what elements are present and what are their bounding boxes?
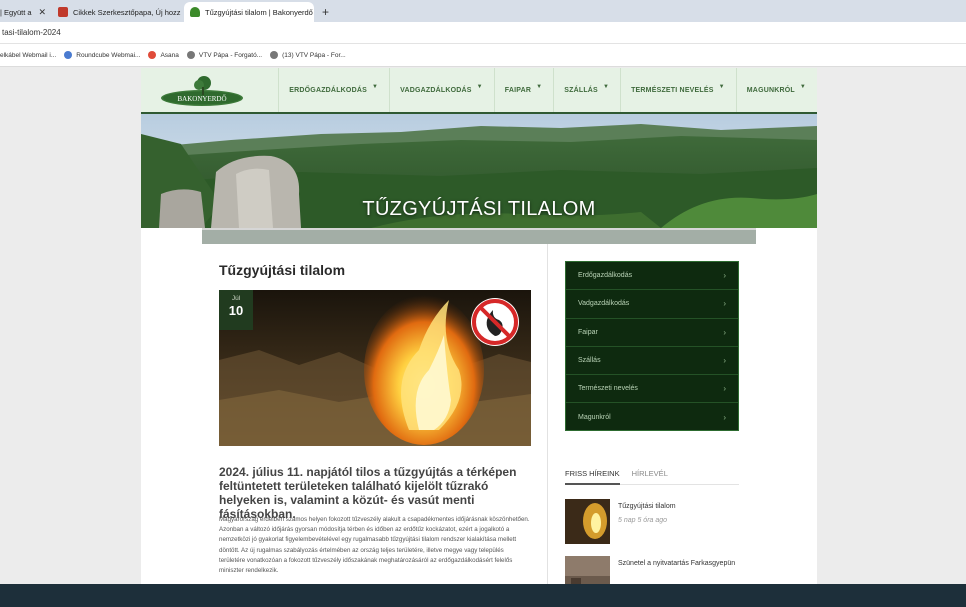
bookmark-label: VTV Pápa - Forgató... xyxy=(198,51,263,59)
article-image: Júl 10 xyxy=(219,290,531,446)
chevron-right-icon: › xyxy=(723,384,726,394)
browser-tab-strip: | Együtt a ✕ Cikkek Szerkesztőpapa, Új h… xyxy=(0,0,966,22)
sidebar-item-label: Vadgazdálkodás xyxy=(578,300,630,308)
web-page: BAKONYERDŐ ERDŐGAZDÁLKODÁS ▼ VADGAZDÁLKOD… xyxy=(141,68,817,601)
favicon-icon xyxy=(190,7,200,17)
tab-label: Cikkek Szerkesztőpapa, Új hozz xyxy=(73,7,181,17)
nav-item-erdogazdalkodas[interactable]: ERDŐGAZDÁLKODÁS ▼ xyxy=(278,68,389,112)
sidebar-item-magunkrol[interactable]: Magunkról › xyxy=(566,403,738,431)
bookmark-label: Asana xyxy=(160,51,179,59)
address-text: tasi-tilalom-2024 xyxy=(2,28,61,37)
chevron-right-icon: › xyxy=(723,413,726,423)
news-title[interactable]: Tűzgyújtási tilalom xyxy=(618,501,738,512)
caret-down-icon: ▼ xyxy=(536,84,543,90)
browser-tab[interactable]: | Együtt a ✕ xyxy=(0,2,52,22)
news-tabs: FRISS HÍREINK HÍRLEVÉL xyxy=(565,469,739,485)
nav-label: VADGAZDÁLKODÁS xyxy=(400,86,472,94)
site-navigation: BAKONYERDŐ ERDŐGAZDÁLKODÁS ▼ VADGAZDÁLKOD… xyxy=(141,68,817,114)
new-tab-button[interactable]: + xyxy=(314,2,337,22)
bookmark[interactable]: (13) VTV Pápa - For... xyxy=(270,51,346,59)
close-icon[interactable]: ✕ xyxy=(38,7,46,18)
nav-item-szallas[interactable]: SZÁLLÁS ▼ xyxy=(553,68,620,112)
browser-tab-active[interactable]: Tűzgyújtási tilalom | Bakonyerdő ✕ xyxy=(184,2,314,22)
nav-label: FAIPAR xyxy=(504,86,532,94)
nav-item-vadgazdalkodas[interactable]: VADGAZDÁLKODÁS ▼ xyxy=(389,68,494,112)
bookmark-label: elkábel Webmail i... xyxy=(0,51,57,59)
bookmark-label: Roundcube Webmai... xyxy=(76,51,141,59)
caret-down-icon: ▼ xyxy=(602,84,610,90)
news-title[interactable]: Szünetel a nyitvatartás Farkasgyepün xyxy=(618,558,738,569)
sidebar-item-label: Természeti nevelés xyxy=(578,385,638,393)
nav-item-magunkrol[interactable]: MAGUNKRÓL ▼ xyxy=(735,68,817,112)
chevron-right-icon: › xyxy=(723,271,726,281)
logo-text: BAKONYERDŐ xyxy=(178,95,227,103)
tab-label: | Együtt a xyxy=(0,7,32,17)
sidebar-item-label: Magunkról xyxy=(578,414,611,422)
article-lead: 2024. július 11. napjától tilos a tűzgyú… xyxy=(219,465,517,521)
sidebar-menu: Erdőgazdálkodás › Vadgazdálkodás › Faipar ›… xyxy=(565,261,739,431)
bookmark[interactable]: Asana xyxy=(148,51,179,59)
article-title: Tűzgyújtási tilalom xyxy=(219,262,346,278)
asana-icon xyxy=(148,51,157,59)
address-bar[interactable]: tasi-tilalom-2024 xyxy=(0,22,966,44)
browser-tab[interactable]: Cikkek Szerkesztőpapa, Új hozz ✕ xyxy=(52,2,184,22)
sidebar-item-szallas[interactable]: Szállás › xyxy=(566,347,738,376)
bookmarks-bar: elkábel Webmail i... Roundcube Webmai...… xyxy=(0,44,966,67)
hero-title: TŰZGYÚJTÁSI TILALOM xyxy=(362,198,596,220)
favicon-icon xyxy=(58,7,68,17)
tab-friss-hireink[interactable]: FRISS HÍREINK xyxy=(565,469,620,485)
bakonyerdo-logo[interactable]: BAKONYERDŐ xyxy=(159,74,245,108)
chevron-right-icon: › xyxy=(723,327,726,337)
globe-icon xyxy=(186,51,195,59)
nav-item-faipar[interactable]: FAIPAR ▼ xyxy=(493,68,554,112)
date-day: 10 xyxy=(228,303,244,318)
nav-label: MAGUNKRÓL xyxy=(746,86,795,94)
sidebar-item-label: Szállás xyxy=(578,357,601,365)
nav-item-termeszeti-neveles[interactable]: TERMÉSZETI NEVELÉS ▼ xyxy=(620,68,736,112)
chevron-right-icon: › xyxy=(723,356,726,366)
caret-down-icon: ▼ xyxy=(476,84,483,90)
globe-icon xyxy=(270,51,279,59)
sidebar-item-termeszeti-neveles[interactable]: Természeti nevelés › xyxy=(566,375,738,404)
news-item[interactable]: Tűzgyújtási tilalom 5 nap 5 óra ago xyxy=(565,499,739,545)
hero-banner: TŰZGYÚJTÁSI TILALOM xyxy=(141,114,817,228)
column-divider xyxy=(547,244,548,588)
tab-hirlevel[interactable]: HÍRLEVÉL xyxy=(632,469,668,484)
nav-label: SZÁLLÁS xyxy=(564,86,598,94)
roundcube-icon xyxy=(64,51,73,59)
chevron-right-icon: › xyxy=(723,299,726,309)
hero-divider-bar xyxy=(202,228,756,244)
bookmark[interactable]: elkábel Webmail i... xyxy=(0,52,56,59)
nav-label: TERMÉSZETI NEVELÉS xyxy=(631,86,714,94)
caret-down-icon: ▼ xyxy=(371,84,379,90)
fire-photo xyxy=(219,290,531,446)
caret-down-icon: ▼ xyxy=(718,84,725,90)
nav-label: ERDŐGAZDÁLKODÁS xyxy=(289,86,367,94)
date-badge: Júl 10 xyxy=(219,290,253,330)
bookmark[interactable]: VTV Pápa - Forgató... xyxy=(186,51,263,59)
date-month: Júl xyxy=(231,295,241,302)
sidebar-item-faipar[interactable]: Faipar › xyxy=(566,319,738,347)
bookmark[interactable]: Roundcube Webmai... xyxy=(64,51,140,59)
news-thumbnail[interactable] xyxy=(565,499,610,544)
tab-label: Tűzgyújtási tilalom | Bakonyerdő xyxy=(205,7,313,17)
sidebar-item-erdogazdalkodas[interactable]: Erdőgazdálkodás › xyxy=(566,262,738,291)
os-taskbar xyxy=(0,584,966,607)
caret-down-icon: ▼ xyxy=(799,84,806,90)
sidebar-item-label: Faipar xyxy=(578,328,598,336)
article-body: Magyarország erdeiben számos helyen foko… xyxy=(219,516,530,575)
sidebar-item-vadgazdalkodas[interactable]: Vadgazdálkodás › xyxy=(566,290,738,319)
bookmark-label: (13) VTV Pápa - For... xyxy=(282,51,346,59)
news-time: 5 nap 5 óra ago xyxy=(618,517,668,524)
sidebar-item-label: Erdőgazdálkodás xyxy=(578,272,633,280)
